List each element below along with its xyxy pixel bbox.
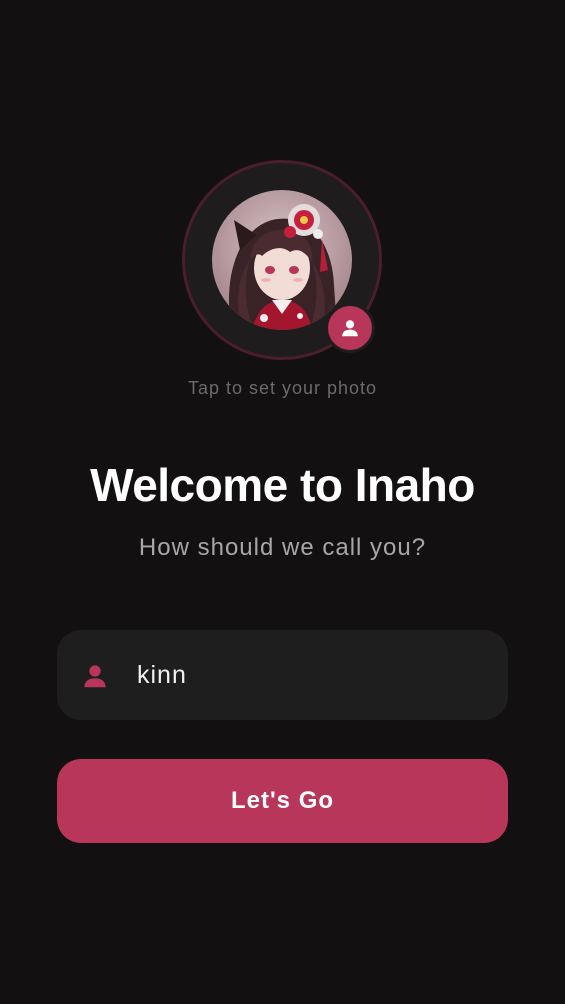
- page-subtitle: How should we call you?: [138, 534, 427, 561]
- page-title: Welcome to Inaho: [90, 459, 475, 511]
- name-field[interactable]: [57, 630, 508, 720]
- photo-hint: Tap to set your photo: [187, 378, 378, 398]
- name-input[interactable]: [137, 630, 487, 720]
- profile-photo[interactable]: [212, 190, 352, 330]
- welcome-screen: Tap to set your photo Welcome to Inaho H…: [0, 0, 565, 1004]
- person-icon: [84, 665, 106, 688]
- lets-go-button[interactable]: Let's Go: [57, 759, 508, 843]
- profile-photo-illustration: [212, 190, 352, 330]
- change-photo-button[interactable]: [325, 303, 375, 353]
- person-icon: [342, 320, 358, 337]
